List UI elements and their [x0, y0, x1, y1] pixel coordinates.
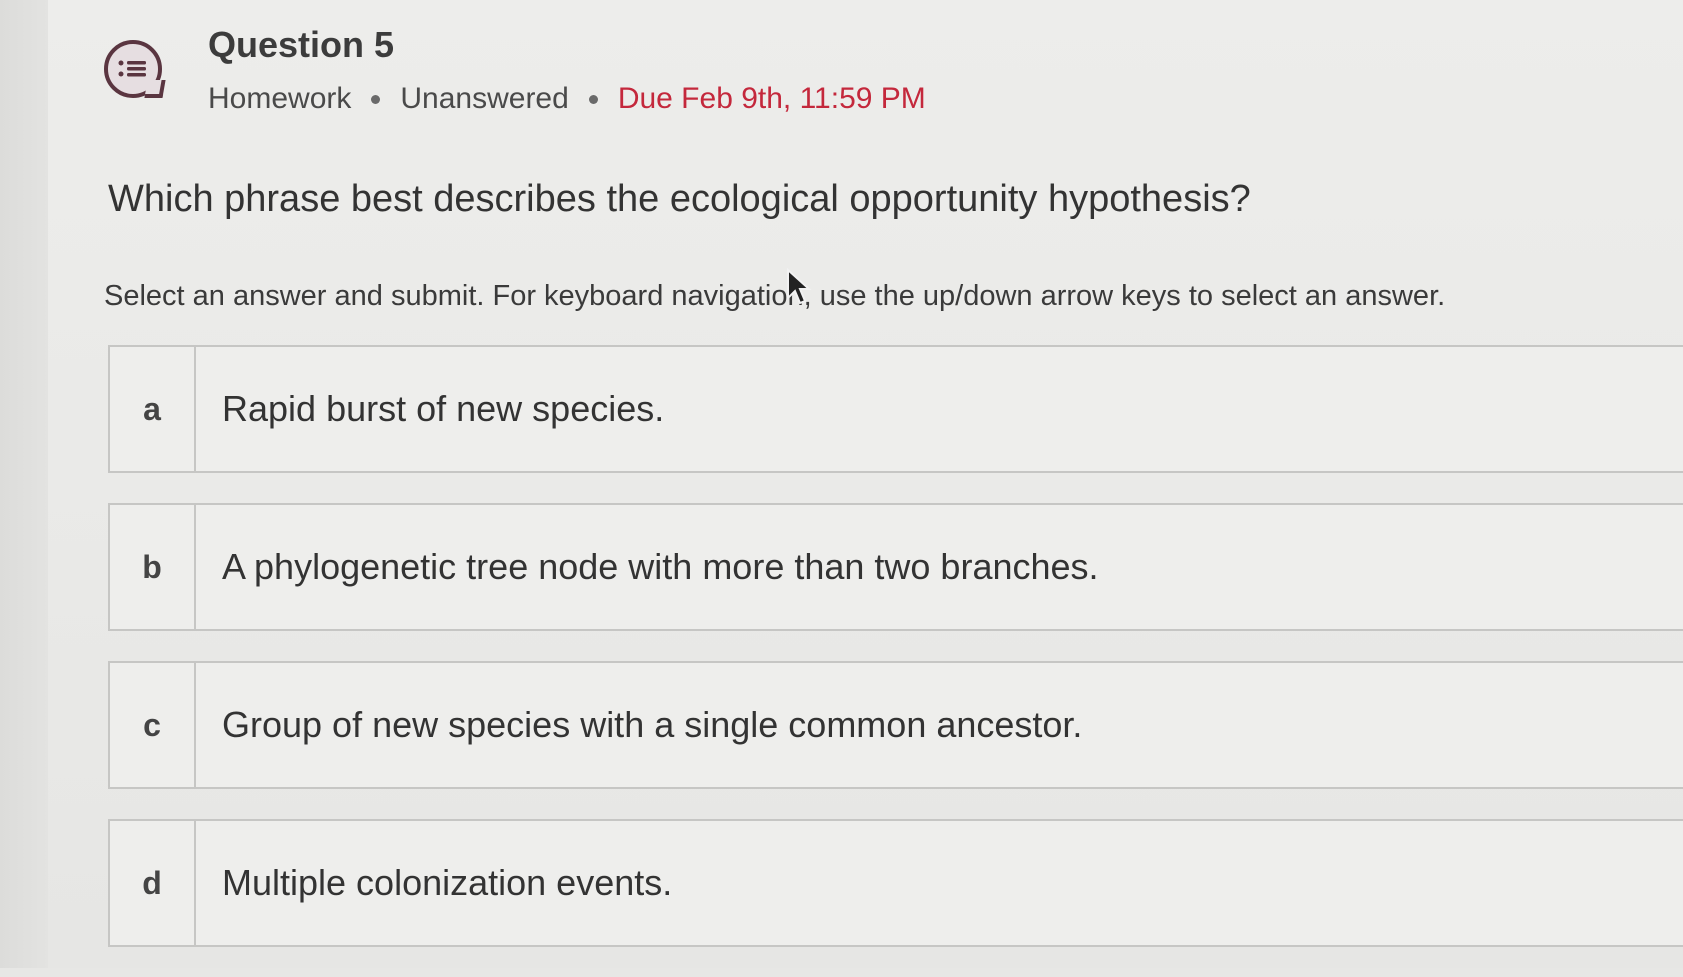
option-letter: a — [110, 347, 196, 471]
category-label: Homework — [208, 82, 352, 115]
answer-option-d[interactable]: d Multiple colonization events. — [108, 819, 1683, 947]
separator-dot — [371, 94, 381, 104]
option-letter: c — [110, 663, 196, 787]
option-text: Group of new species with a single commo… — [222, 704, 1083, 745]
answer-option-a[interactable]: a Rapid burst of new species. — [108, 345, 1683, 473]
answer-options: a Rapid burst of new species. b A phylog… — [108, 345, 1683, 977]
status-label: Unanswered — [400, 82, 569, 115]
question-title: Question 5 — [208, 24, 395, 65]
answer-instructions: Select an answer and submit. For keyboar… — [104, 280, 1446, 312]
question-prompt: Which phrase best describes the ecologic… — [108, 178, 1251, 220]
question-meta: Homework Unanswered Due Feb 9th, 11:59 P… — [208, 82, 926, 116]
answer-option-b[interactable]: b A phylogenetic tree node with more tha… — [108, 503, 1683, 631]
list-bubble-icon — [104, 40, 162, 98]
due-date: Due Feb 9th, 11:59 PM — [617, 82, 926, 115]
mouse-pointer-icon — [786, 267, 812, 311]
option-letter: b — [110, 505, 196, 629]
separator-dot — [588, 94, 598, 104]
option-text: Multiple colonization events. — [222, 862, 673, 903]
option-text: A phylogenetic tree node with more than … — [222, 546, 1099, 587]
option-letter: d — [110, 821, 196, 945]
left-gutter — [0, 0, 48, 968]
option-text: Rapid burst of new species. — [222, 388, 665, 429]
answer-option-c[interactable]: c Group of new species with a single com… — [108, 661, 1683, 789]
